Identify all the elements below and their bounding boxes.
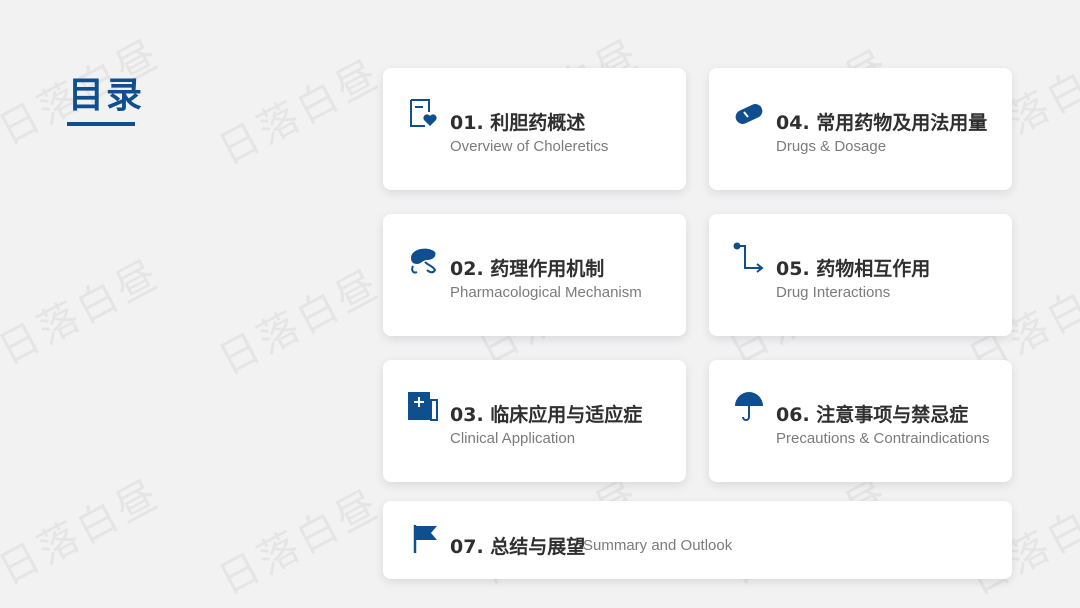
liver-icon bbox=[407, 244, 439, 276]
title-underline bbox=[67, 122, 135, 126]
toc-card-subtitle: Pharmacological Mechanism bbox=[450, 284, 642, 301]
connection-arrow-icon bbox=[733, 242, 765, 274]
toc-card-title: 07. 总结与展望 bbox=[450, 536, 586, 558]
toc-card-subtitle: Precautions & Contraindications bbox=[776, 430, 990, 447]
toc-card-06[interactable]: 06. 注意事项与禁忌症 Precautions & Contraindicat… bbox=[709, 360, 1012, 482]
toc-card-title: 04. 常用药物及用法用量 bbox=[776, 112, 988, 134]
toc-card-05[interactable]: 05. 药物相互作用 Drug Interactions bbox=[709, 214, 1012, 336]
toc-card-title: 03. 临床应用与适应症 bbox=[450, 404, 643, 426]
watermark: 日落白昼 bbox=[0, 470, 169, 595]
toc-card-title: 01. 利胆药概述 bbox=[450, 112, 586, 134]
toc-card-subtitle: Overview of Choleretics bbox=[450, 138, 609, 155]
watermark: 日落白昼 bbox=[211, 260, 389, 385]
toc-card-03[interactable]: 03. 临床应用与适应症 Clinical Application bbox=[383, 360, 686, 482]
umbrella-icon bbox=[733, 390, 765, 422]
medical-document-icon bbox=[407, 390, 439, 422]
toc-card-04[interactable]: 04. 常用药物及用法用量 Drugs & Dosage bbox=[709, 68, 1012, 190]
toc-card-subtitle: Clinical Application bbox=[450, 430, 576, 447]
toc-card-title: 05. 药物相互作用 bbox=[776, 258, 931, 280]
watermark: 日落白昼 bbox=[0, 250, 169, 375]
watermark: 日落白昼 bbox=[211, 50, 389, 175]
toc-card-01[interactable]: 01. 利胆药概述 Overview of Choleretics bbox=[383, 68, 686, 190]
toc-card-subtitle: Drug Interactions bbox=[776, 284, 891, 301]
toc-card-title: 02. 药理作用机制 bbox=[450, 258, 605, 280]
toc-card-title: 06. 注意事项与禁忌症 bbox=[776, 404, 969, 426]
pill-icon bbox=[733, 98, 765, 130]
watermark: 日落白昼 bbox=[211, 480, 389, 605]
toc-card-subtitle: Drugs & Dosage bbox=[776, 138, 887, 155]
toc-card-subtitle: Summary and Outlook bbox=[583, 537, 733, 554]
document-heart-icon bbox=[407, 98, 439, 130]
toc-card-07[interactable]: 07. 总结与展望 Summary and Outlook bbox=[383, 501, 1012, 579]
toc-card-02[interactable]: 02. 药理作用机制 Pharmacological Mechanism bbox=[383, 214, 686, 336]
page-title: 目录 bbox=[68, 75, 145, 116]
flag-icon bbox=[409, 523, 441, 555]
